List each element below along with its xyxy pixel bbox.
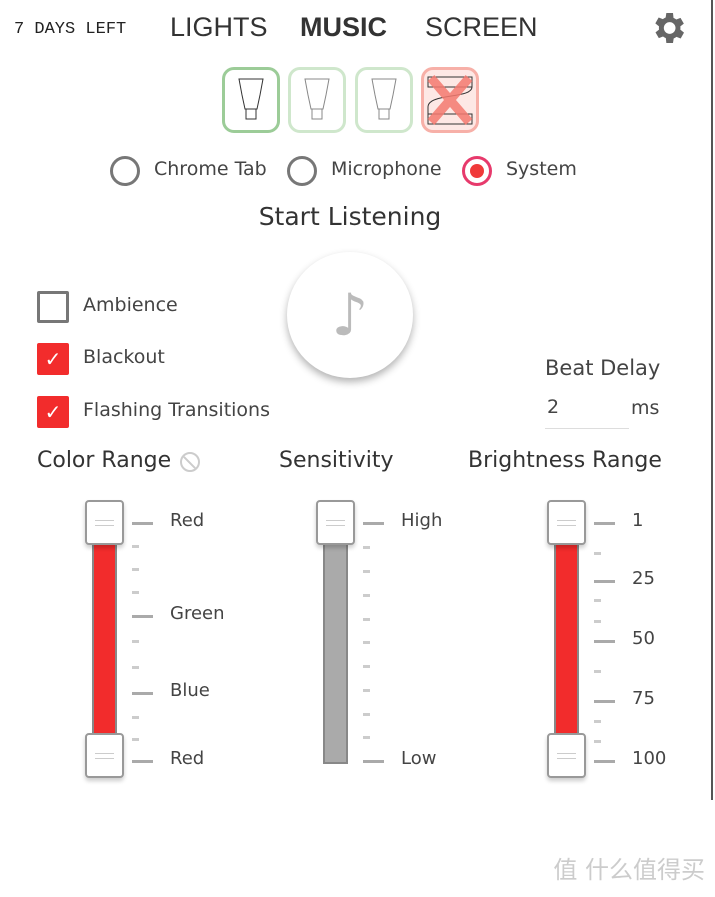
minor-tick <box>594 740 601 743</box>
tick-label: Low <box>401 748 437 769</box>
bulb-icon <box>371 78 397 120</box>
color_range-thumb-bottom[interactable] <box>85 733 124 778</box>
ambience-checkbox[interactable] <box>37 291 69 323</box>
major-tick <box>363 760 384 763</box>
color-range-heading: Color Range <box>37 448 172 473</box>
major-tick <box>132 692 153 695</box>
tick-label: Red <box>170 748 205 769</box>
checkbox-label: Ambience <box>83 294 178 316</box>
checkbox-label: Flashing Transitions <box>83 399 270 421</box>
watermark: 值 什么值得买 <box>553 856 705 884</box>
minor-tick <box>132 666 139 669</box>
checkbox-label: Blackout <box>83 346 165 368</box>
minor-tick <box>594 720 601 723</box>
minor-tick <box>594 670 601 673</box>
major-tick <box>132 615 153 618</box>
major-tick <box>363 522 384 525</box>
minor-tick <box>594 552 601 555</box>
minor-tick <box>363 546 370 549</box>
tick-label: 25 <box>632 568 655 589</box>
minor-tick <box>594 620 601 623</box>
start-listening-label: Start Listening <box>258 202 442 231</box>
minor-tick <box>363 594 370 597</box>
minor-tick <box>363 736 370 739</box>
minor-tick <box>363 618 370 621</box>
bulb-icon <box>304 78 330 120</box>
brightness_range-track <box>554 543 579 739</box>
color_range-track <box>92 543 117 739</box>
tick-label: Red <box>170 510 205 531</box>
tab-lights[interactable]: LIGHTS <box>170 12 268 43</box>
brightness_range-thumb-top[interactable] <box>547 500 586 545</box>
radio-system[interactable] <box>462 156 492 186</box>
blackout-checkbox[interactable]: ✓ <box>37 343 69 375</box>
device-lightstrip[interactable] <box>421 67 479 133</box>
major-tick <box>132 522 153 525</box>
radio-label: Microphone <box>331 158 442 180</box>
color_range-thumb-top[interactable] <box>85 500 124 545</box>
minor-tick <box>132 545 139 548</box>
tab-music[interactable]: MUSIC <box>300 12 387 43</box>
lightstrip-disabled-icon <box>427 75 473 125</box>
tick-label: High <box>401 510 443 531</box>
major-tick <box>594 640 615 643</box>
minor-tick <box>363 665 370 668</box>
minor-tick <box>132 568 139 571</box>
radio-chrome-tab[interactable] <box>110 156 140 186</box>
radio-microphone[interactable] <box>287 156 317 186</box>
major-tick <box>132 760 153 763</box>
tab-screen[interactable]: SCREEN <box>425 12 538 43</box>
disabled-icon[interactable] <box>180 452 200 472</box>
tick-label: 50 <box>632 628 655 649</box>
device-bulb-2[interactable] <box>288 67 346 133</box>
sensitivity-thumb-top[interactable] <box>316 500 355 545</box>
gear-icon[interactable] <box>648 8 688 52</box>
sensitivity-heading: Sensitivity <box>279 448 394 473</box>
brightness-range-heading: Brightness Range <box>468 448 662 473</box>
flashing-transitions-checkbox[interactable]: ✓ <box>37 396 69 428</box>
minor-tick <box>132 640 139 643</box>
sensitivity-track <box>323 543 348 764</box>
listen-button[interactable]: ♪ <box>287 252 413 378</box>
minor-tick <box>132 716 139 719</box>
radio-label: System <box>506 158 577 180</box>
minor-tick <box>132 591 139 594</box>
tick-label: 1 <box>632 510 644 531</box>
minor-tick <box>363 713 370 716</box>
minor-tick <box>363 641 370 644</box>
major-tick <box>594 760 615 763</box>
minor-tick <box>363 570 370 573</box>
minor-tick <box>363 689 370 692</box>
major-tick <box>594 522 615 525</box>
tick-label: 100 <box>632 748 667 769</box>
music-note-icon: ♪ <box>331 281 369 349</box>
major-tick <box>594 700 615 703</box>
beat-delay-input[interactable]: 2 <box>545 396 629 429</box>
tick-label: Green <box>170 603 225 624</box>
beat-delay-label: Beat Delay <box>545 356 661 380</box>
trial-days-left: 7 DAYS LEFT <box>14 20 127 39</box>
scrollbar[interactable] <box>711 0 713 800</box>
bulb-icon <box>238 78 264 120</box>
brightness_range-thumb-bottom[interactable] <box>547 733 586 778</box>
device-bulb-3[interactable] <box>355 67 413 133</box>
device-bulb-1[interactable] <box>222 67 280 133</box>
major-tick <box>594 580 615 583</box>
minor-tick <box>132 738 139 741</box>
radio-label: Chrome Tab <box>154 158 267 180</box>
minor-tick <box>594 599 601 602</box>
tick-label: Blue <box>170 680 210 701</box>
beat-delay-unit: ms <box>631 397 660 419</box>
tick-label: 75 <box>632 688 655 709</box>
